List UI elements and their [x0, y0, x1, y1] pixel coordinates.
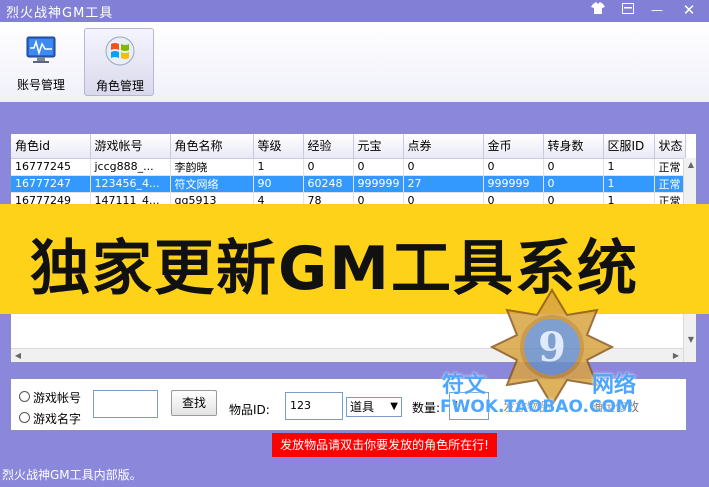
table-header-row: 角色id 游戏帐号 角色名称 等级 经验 元宝 点券 金币 转身数 区服ID 状… [11, 134, 686, 159]
restore-icon [622, 3, 634, 14]
table-cell: 16777247 [11, 175, 91, 193]
table-cell: 0 [303, 158, 354, 176]
shirt-icon [591, 2, 605, 14]
promo-banner-text: 独家更新GM工具系统 [30, 234, 639, 304]
control-panel: 游戏帐号 游戏名字 查找 物品ID: 123 道具 ▼ 数量: 1 发放物品 确… [10, 378, 687, 431]
radio-game-name[interactable] [19, 412, 30, 423]
close-button[interactable]: ✕ [676, 0, 702, 20]
quantity-input[interactable]: 1 [449, 392, 489, 420]
table-cell: 0 [543, 175, 604, 193]
item-id-label: 物品ID: [229, 403, 270, 417]
table-cell: 1 [253, 158, 304, 176]
column-header[interactable]: 角色名称 [170, 134, 254, 159]
confirm-modify-button[interactable]: 确定修改 [591, 398, 639, 415]
table-cell: jccg888_... [90, 158, 171, 176]
radio-game-account-label: 游戏帐号 [33, 391, 82, 405]
window-title: 烈火战神GM工具 [6, 6, 114, 21]
role-management-label: 角色管理 [95, 79, 144, 93]
table-cell: 正常 [654, 158, 686, 176]
scroll-left-icon[interactable]: ◀ [11, 349, 25, 362]
column-header[interactable]: 转身数 [543, 134, 604, 159]
role-management-button[interactable]: 角色管理 [84, 28, 154, 96]
search-button[interactable]: 查找 [171, 390, 217, 416]
hint-banner: 发放物品请双击你要发放的角色所在行! [272, 433, 497, 457]
column-header[interactable]: 等级 [253, 134, 304, 159]
title-bar: 烈火战神GM工具 — ✕ [0, 0, 709, 22]
table-cell: 27 [403, 175, 484, 193]
table-cell: 123456_4... [90, 175, 171, 193]
send-item-button[interactable]: 发放物品 [503, 398, 551, 415]
radio-game-name-label: 游戏名字 [33, 412, 82, 426]
restore-button[interactable] [618, 0, 638, 20]
table-cell: 李韵晓 [170, 158, 254, 176]
column-header[interactable]: 元宝 [353, 134, 404, 159]
search-input[interactable] [93, 390, 158, 418]
radio-game-account[interactable] [19, 391, 30, 402]
table-cell: 0 [543, 158, 604, 176]
promo-banner: 独家更新GM工具系统 [0, 204, 709, 314]
column-header[interactable]: 状态 [654, 134, 686, 159]
scroll-right-icon[interactable]: ▶ [669, 349, 683, 362]
toolbar: 账号管理 角色管理 [0, 22, 709, 102]
scroll-down-icon[interactable]: ▼ [684, 333, 696, 347]
minimize-button[interactable]: — [647, 0, 667, 20]
column-header[interactable]: 金币 [483, 134, 544, 159]
column-header[interactable]: 区服ID [603, 134, 655, 159]
scroll-up-icon[interactable]: ▲ [684, 158, 696, 172]
table-cell: 1 [603, 175, 655, 193]
column-header[interactable]: 经验 [303, 134, 354, 159]
table-row-selected[interactable]: 16777247 123456_4... 符文网络 90 60248 99999… [11, 175, 686, 193]
table-cell: 16777245 [11, 158, 91, 176]
column-header[interactable]: 点券 [403, 134, 484, 159]
table-cell: 999999 [353, 175, 404, 193]
windows-logo-icon [105, 36, 135, 66]
horizontal-scrollbar[interactable]: ◀ ▶ [11, 348, 683, 362]
item-type-select[interactable]: 道具 ▼ [346, 397, 402, 417]
skin-button[interactable] [588, 0, 608, 20]
table-cell: 0 [403, 158, 484, 176]
role-table: 角色id 游戏帐号 角色名称 等级 经验 元宝 点券 金币 转身数 区服ID 状… [11, 134, 686, 210]
table-cell: 0 [483, 158, 544, 176]
column-header[interactable]: 角色id [11, 134, 91, 159]
column-header[interactable]: 游戏帐号 [90, 134, 171, 159]
chevron-down-icon: ▼ [390, 401, 398, 412]
quantity-label: 数量: [412, 401, 441, 415]
status-bar: 烈火战神GM工具内部版。 [2, 468, 142, 482]
table-cell: 1 [603, 158, 655, 176]
monitor-chart-icon [26, 36, 56, 63]
item-type-value: 道具 [350, 400, 375, 414]
table-cell: 90 [253, 175, 304, 193]
table-cell: 符文网络 [170, 175, 254, 193]
table-row[interactable]: 16777245 jccg888_... 李韵晓 1 0 0 0 0 0 1 正… [11, 158, 686, 176]
account-management-label: 账号管理 [16, 78, 65, 92]
table-cell: 999999 [483, 175, 544, 193]
table-cell: 60248 [303, 175, 354, 193]
table-cell: 正常 [654, 175, 686, 193]
item-id-input[interactable]: 123 [285, 392, 343, 420]
table-cell: 0 [353, 158, 404, 176]
account-management-button[interactable]: 账号管理 [6, 28, 76, 96]
